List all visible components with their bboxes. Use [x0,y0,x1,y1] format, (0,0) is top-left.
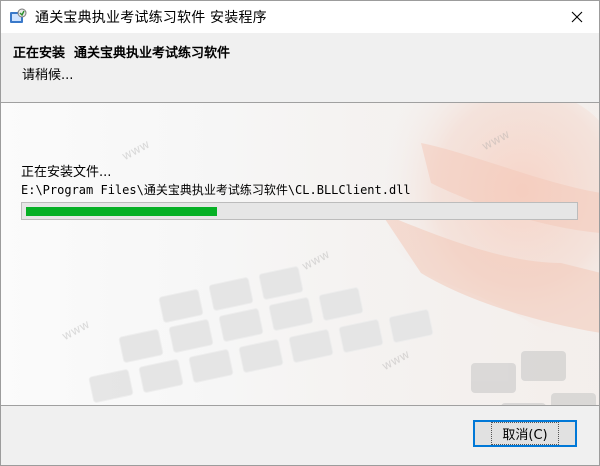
close-icon [571,11,583,23]
installer-window: 通关宝典执业考试练习软件 安装程序 正在安装 通关宝典执业考试练习软件 请稍候.… [0,0,600,466]
background-keyboard-image [1,103,599,405]
current-file-path: E:\Program Files\通关宝典执业考试练习软件\CL.BLLClie… [21,183,411,197]
installer-icon [9,8,27,26]
progress-bar [21,202,578,220]
window-title: 通关宝典执业考试练习软件 安装程序 [35,10,267,26]
cancel-button[interactable]: 取消(C) [473,420,577,447]
title-bar[interactable]: 通关宝典执业考试练习软件 安装程序 [1,1,599,33]
install-status: 正在安装文件... [21,165,112,180]
header-title: 正在安装 通关宝典执业考试练习软件 [13,46,231,61]
cancel-button-label: 取消(C) [491,422,559,445]
close-button[interactable] [555,1,599,33]
progress-bar-fill [26,207,217,216]
header-panel: 正在安装 通关宝典执业考试练习软件 请稍候... [1,33,599,103]
install-content: www www www www www 正在安装文件... E:\Program… [1,103,599,405]
header-subtitle: 请稍候... [22,68,74,83]
footer-panel: 取消(C) [1,405,599,465]
